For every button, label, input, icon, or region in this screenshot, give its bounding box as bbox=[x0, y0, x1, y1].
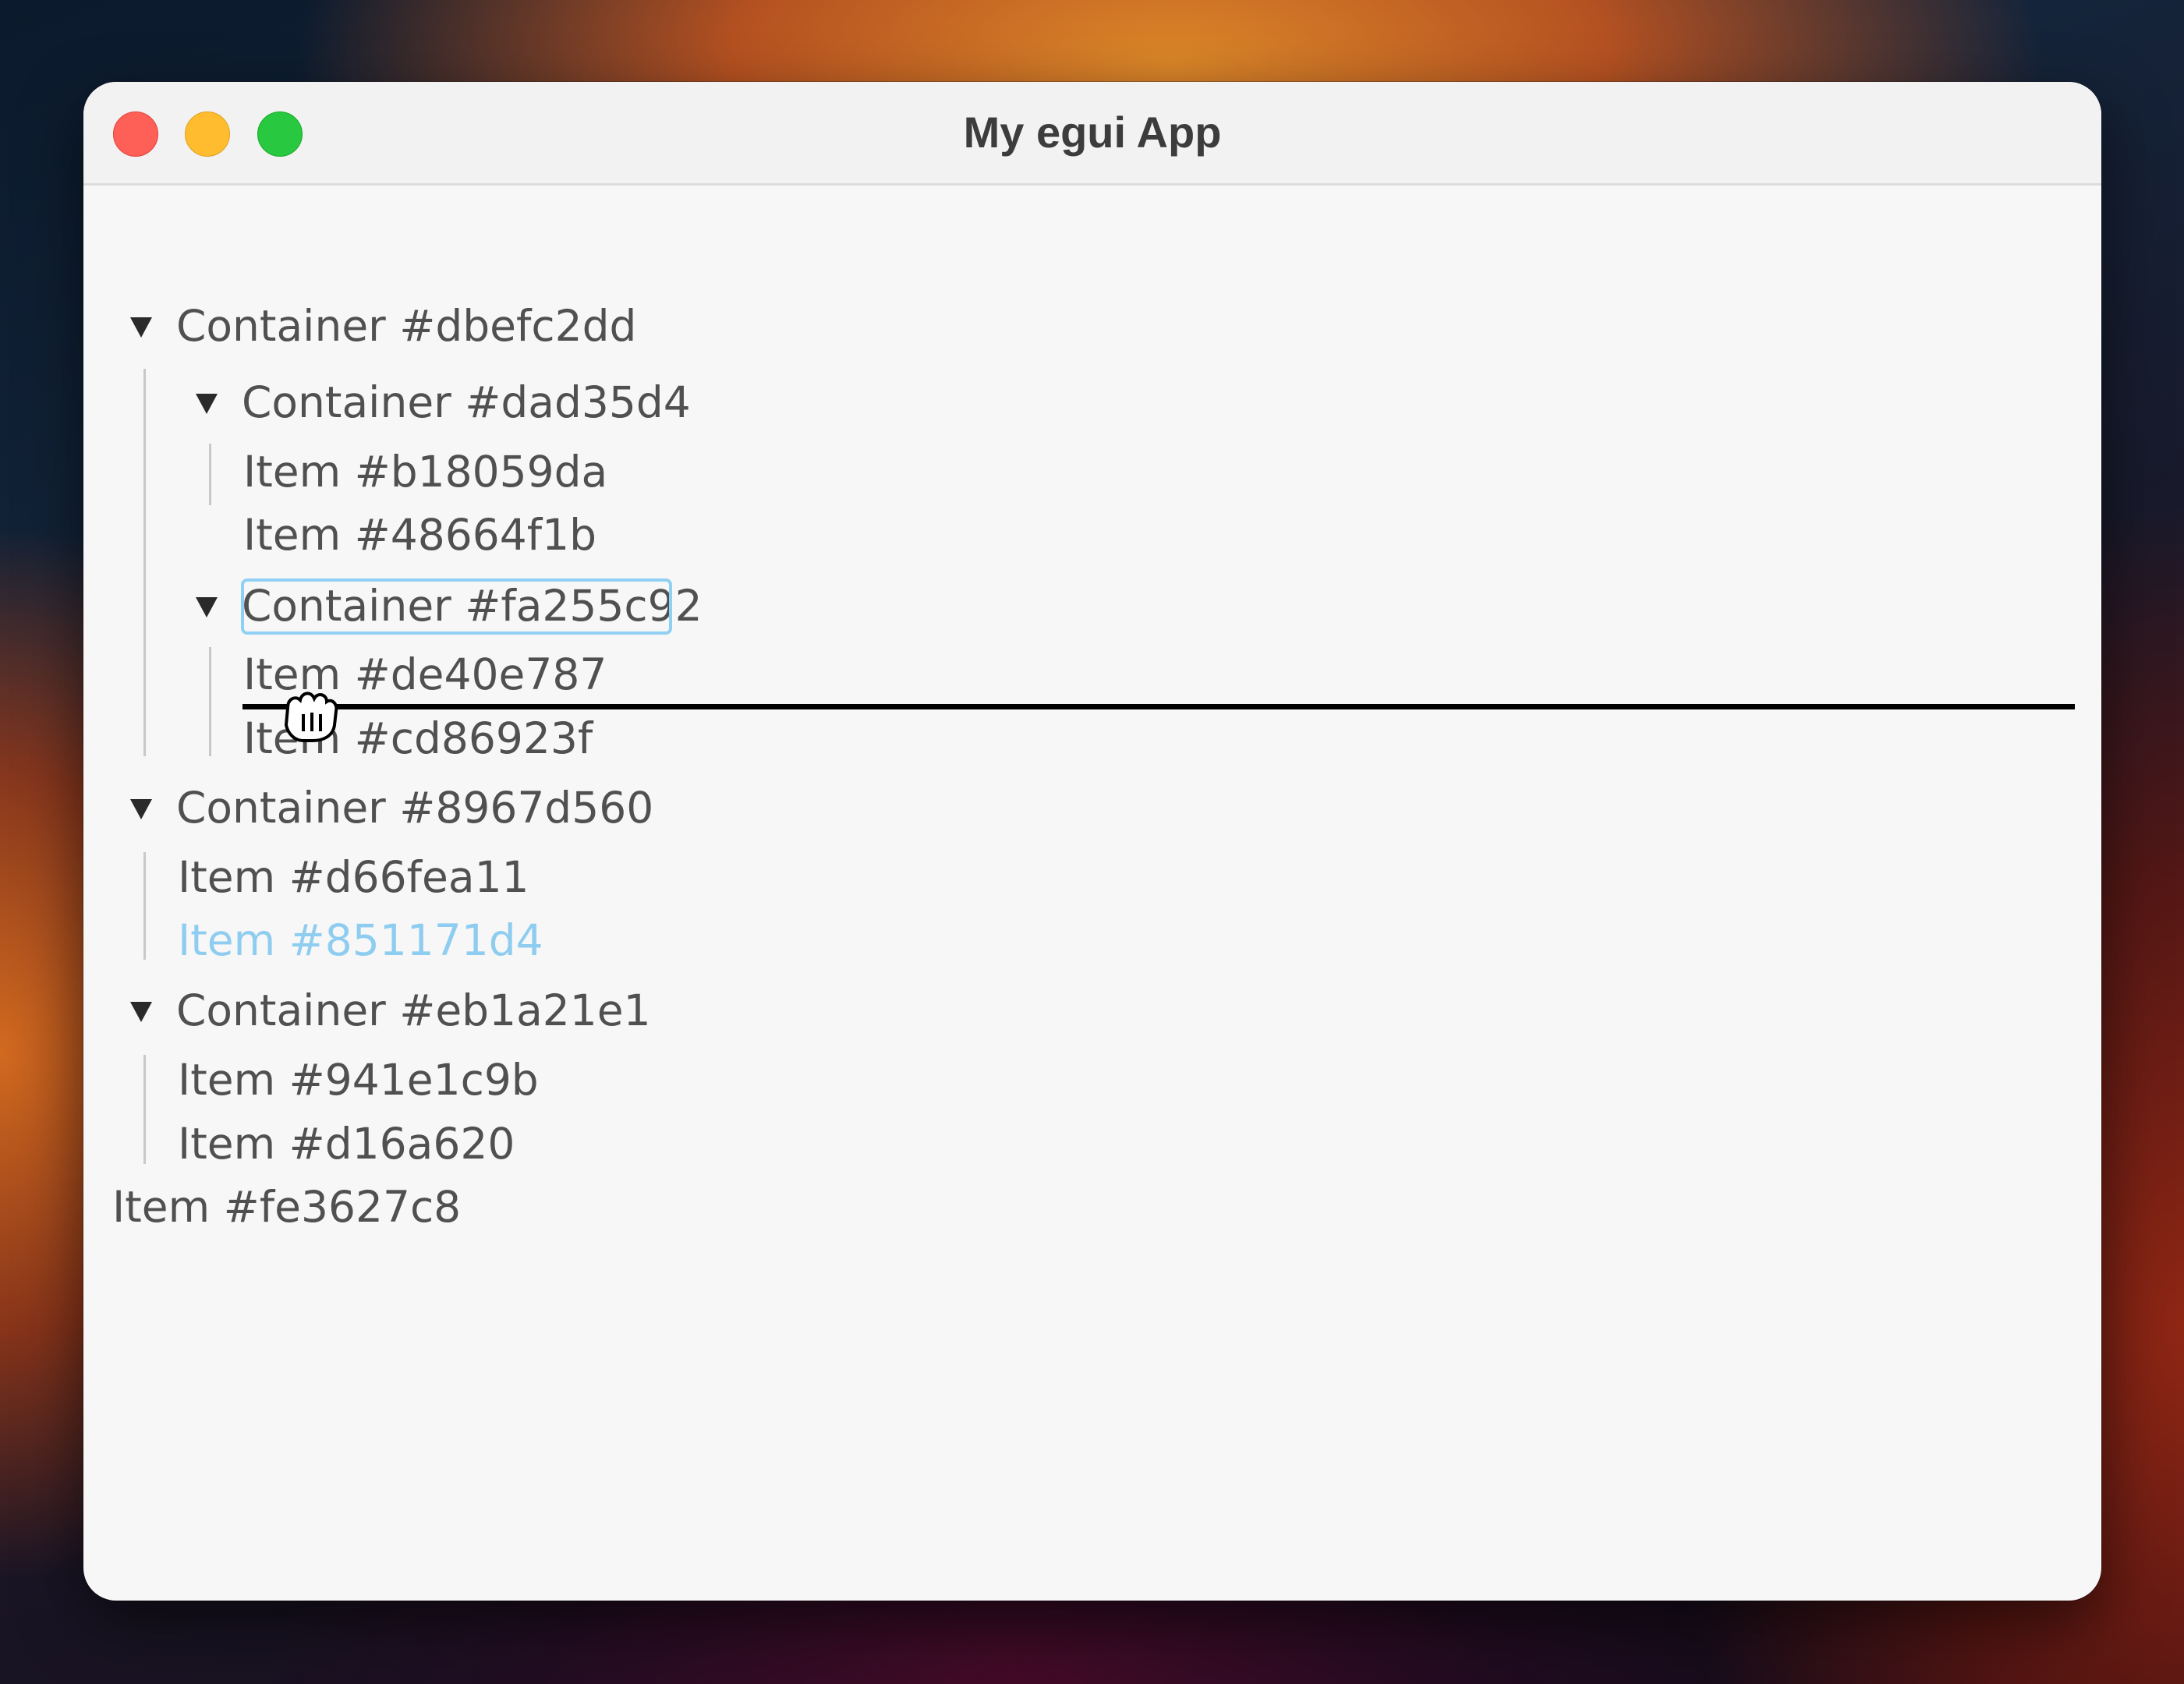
tree-guide-line bbox=[209, 647, 211, 756]
collapse-triangle-icon[interactable] bbox=[130, 799, 152, 819]
focus-outline bbox=[241, 578, 672, 635]
item-label[interactable]: Item #48664f1b bbox=[243, 510, 596, 560]
item-label[interactable]: Item #d66fea11 bbox=[178, 852, 529, 902]
collapse-triangle-icon[interactable] bbox=[130, 1002, 152, 1022]
item-label[interactable]: Item #b18059da bbox=[243, 447, 607, 497]
tree-item-row[interactable]: Item #d16a620 bbox=[178, 1113, 515, 1174]
tree-item-row-highlighted[interactable]: Item #851171d4 bbox=[178, 910, 543, 971]
tree-guide-line bbox=[143, 852, 146, 960]
tree-view: Container #dbefc2dd Container #dad35d4 I… bbox=[83, 186, 2101, 1601]
grab-hand-icon bbox=[284, 692, 338, 742]
item-label[interactable]: Item #851171d4 bbox=[178, 915, 543, 965]
tree-item-row[interactable]: Item #48664f1b bbox=[243, 504, 596, 565]
app-window: My egui App Container #dbefc2dd Containe… bbox=[83, 82, 2101, 1601]
window-title: My egui App bbox=[963, 108, 1222, 157]
tree-item-row[interactable]: Item #941e1c9b bbox=[178, 1049, 539, 1110]
tree-item-row[interactable]: Item #fe3627c8 bbox=[112, 1176, 461, 1237]
drop-indicator-line bbox=[242, 704, 2075, 709]
item-label[interactable]: Item #fe3627c8 bbox=[112, 1182, 461, 1232]
title-bar[interactable]: My egui App bbox=[83, 82, 2101, 186]
item-label[interactable]: Item #941e1c9b bbox=[178, 1055, 539, 1105]
container-label[interactable]: Container #dad35d4 bbox=[242, 372, 691, 433]
tree-guide-line bbox=[209, 444, 211, 505]
container-label[interactable]: Container #8967d560 bbox=[176, 777, 653, 838]
collapse-triangle-icon[interactable] bbox=[196, 597, 218, 617]
collapse-triangle-icon[interactable] bbox=[196, 394, 218, 414]
container-label[interactable]: Container #dbefc2dd bbox=[176, 295, 636, 356]
tree-item-row[interactable]: Item #b18059da bbox=[243, 441, 607, 502]
container-label[interactable]: Container #eb1a21e1 bbox=[176, 980, 651, 1041]
tree-guide-line bbox=[143, 369, 146, 756]
tree-guide-line bbox=[143, 1055, 146, 1164]
collapse-triangle-icon[interactable] bbox=[130, 317, 152, 338]
tree-item-row[interactable]: Item #d66fea11 bbox=[178, 847, 529, 907]
item-label[interactable]: Item #d16a620 bbox=[178, 1119, 515, 1169]
